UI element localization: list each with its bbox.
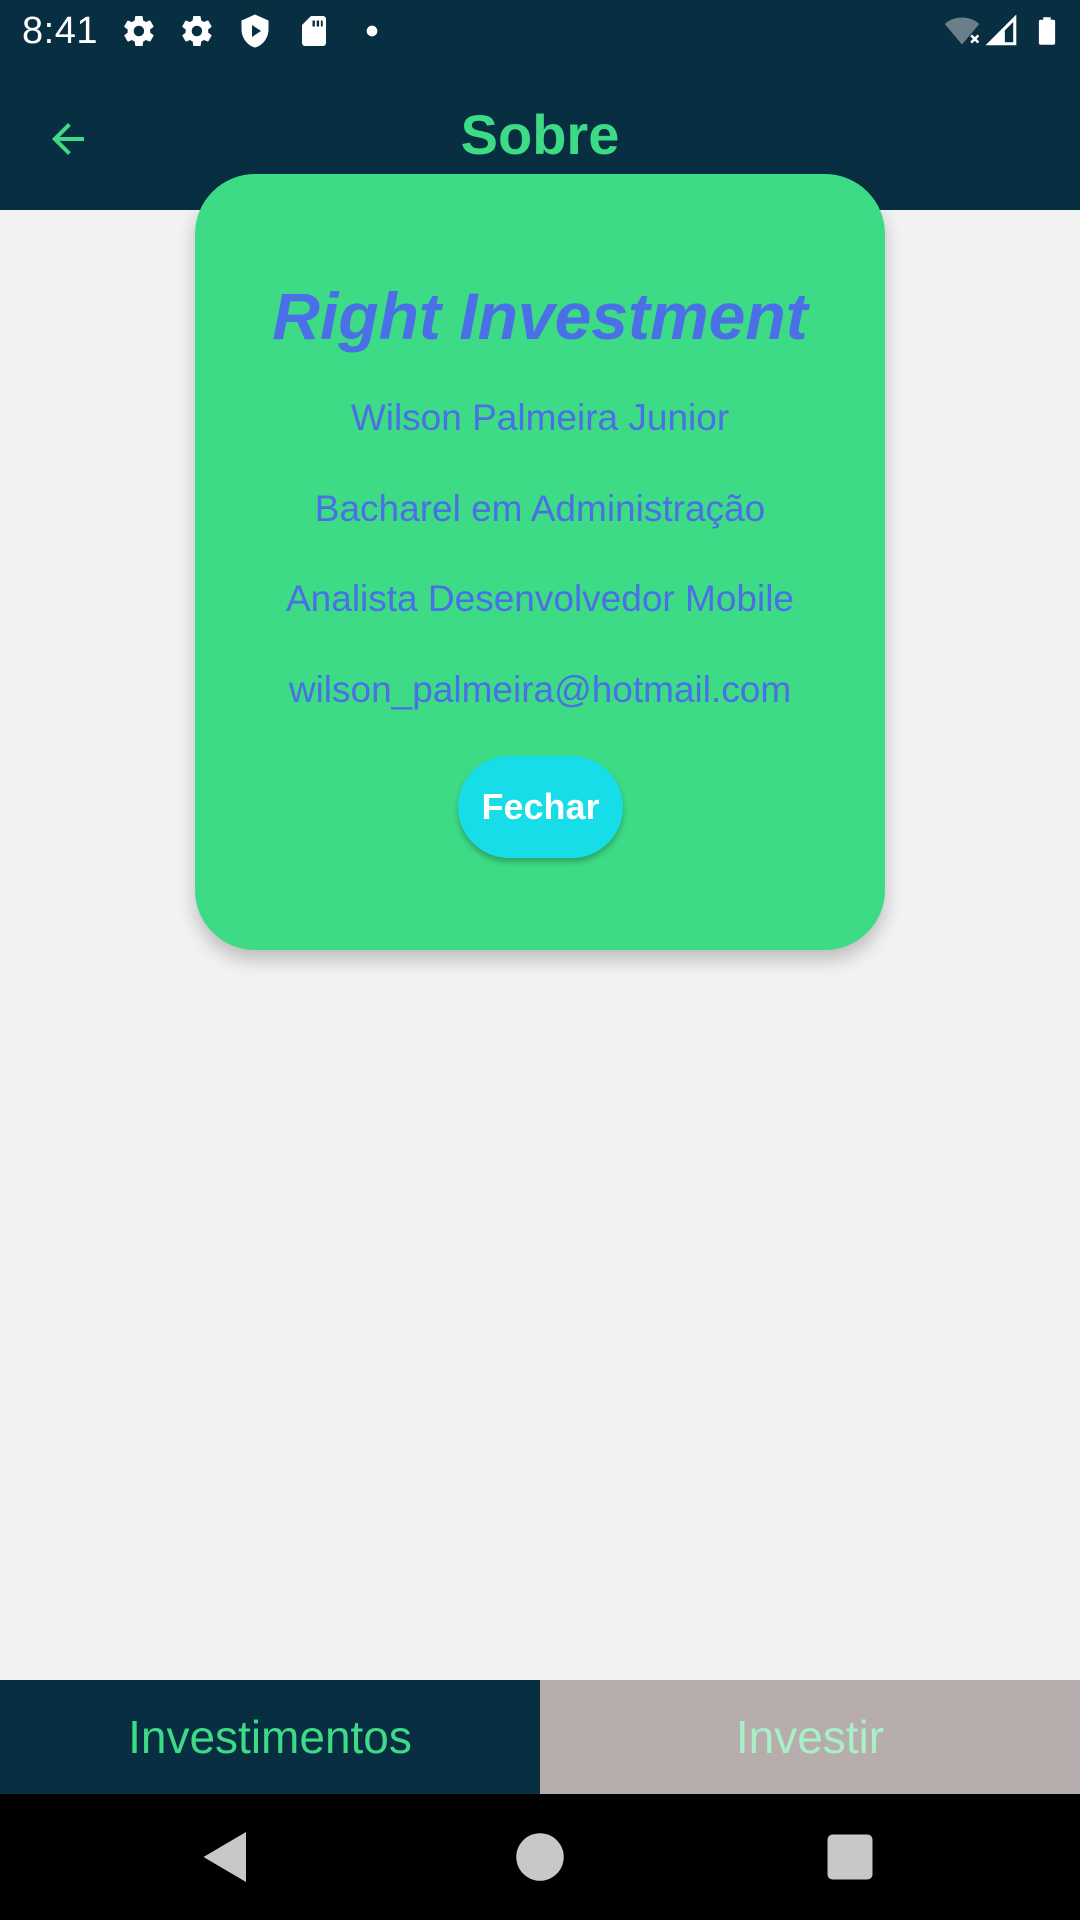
author-role: Analista Desenvolvedor Mobile — [286, 578, 794, 619]
status-time: 8:41 — [22, 10, 98, 52]
gear-icon — [179, 13, 215, 49]
app-name-title: Right Investment — [272, 279, 808, 353]
gear-icon — [121, 13, 157, 49]
shield-play-icon — [237, 13, 273, 49]
bottom-tabs: Investimentos Investir — [0, 1680, 1080, 1794]
author-name: Wilson Palmeira Junior — [350, 397, 730, 438]
recents-square-icon[interactable] — [820, 1827, 880, 1887]
close-button[interactable]: Fechar — [458, 756, 623, 858]
back-triangle-icon[interactable] — [196, 1827, 256, 1887]
author-degree: Bacharel em Administração — [314, 488, 766, 529]
author-email: wilson_palmeira@hotmail.com — [288, 669, 792, 710]
home-circle-icon[interactable] — [510, 1827, 570, 1887]
wifi-off-icon — [940, 13, 984, 49]
battery-icon — [1032, 13, 1062, 49]
about-card: Right Investment Wilson Palmeira Junior … — [195, 174, 885, 950]
dot-icon — [356, 13, 388, 49]
signal-icon — [985, 13, 1019, 49]
tab-investimentos[interactable]: Investimentos — [0, 1680, 540, 1794]
sd-card-icon — [296, 13, 332, 49]
tab-investir[interactable]: Investir — [540, 1680, 1080, 1794]
page-title: Sobre — [460, 103, 620, 166]
system-nav-bar — [0, 1794, 1080, 1920]
status-bar: 8:41 — [0, 0, 1080, 63]
